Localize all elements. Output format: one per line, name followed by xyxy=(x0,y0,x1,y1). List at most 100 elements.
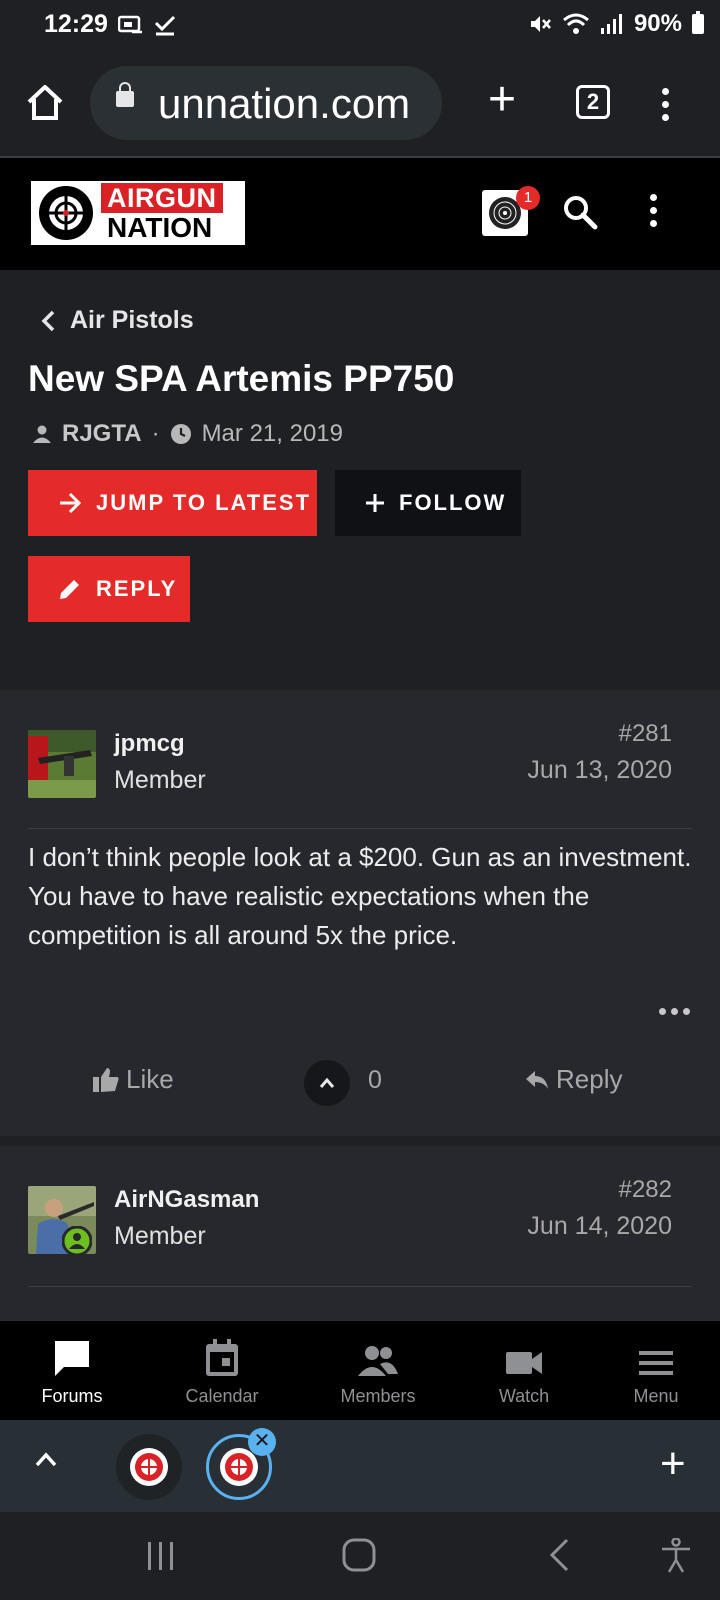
nav-members-label: Members xyxy=(340,1386,416,1406)
follow-button[interactable]: FOLLOW xyxy=(335,470,521,536)
wifi-icon xyxy=(562,13,589,34)
online-status-icon xyxy=(62,1226,92,1256)
avatar[interactable] xyxy=(28,730,96,798)
bottom-navigation: Forums Calendar Members Watch Menu xyxy=(0,1320,720,1420)
nav-members[interactable]: Members xyxy=(318,1321,438,1421)
tab-switcher-button[interactable]: 2 xyxy=(576,85,610,119)
thread-date[interactable]: Mar 21, 2019 xyxy=(202,420,343,448)
site-menu-icon[interactable] xyxy=(650,194,657,227)
post-username[interactable]: jpmcg xyxy=(114,730,185,758)
status-bar: 12:29 90% xyxy=(0,0,720,50)
browser-toolbar: unnation.com + 2 xyxy=(0,50,720,158)
mute-icon xyxy=(530,16,551,32)
browser-tab-strip: ✕ + xyxy=(0,1420,720,1512)
breadcrumb[interactable]: Air Pistols xyxy=(40,306,194,335)
logo-text-nation: NATION xyxy=(101,213,223,243)
reply-label: REPLY xyxy=(96,576,178,601)
status-notification-icons xyxy=(118,14,176,36)
plus-icon xyxy=(366,494,384,512)
screen-share-icon xyxy=(118,15,142,34)
breadcrumb-label[interactable]: Air Pistols xyxy=(70,306,194,335)
nav-menu-label: Menu xyxy=(633,1386,679,1406)
jump-to-latest-button[interactable]: JUMP TO LATEST xyxy=(28,470,317,536)
like-label: Like xyxy=(126,1064,174,1094)
chevron-left-icon xyxy=(41,310,55,331)
upvote-button[interactable] xyxy=(304,1060,350,1106)
post-user-role: Member xyxy=(114,766,206,794)
reply-button[interactable]: REPLY xyxy=(28,556,190,622)
reply-arrow-icon xyxy=(526,1070,548,1089)
home-icon[interactable] xyxy=(24,82,66,124)
status-time: 12:29 xyxy=(44,10,108,38)
post-reply-label: Reply xyxy=(556,1064,623,1094)
post-username[interactable]: AirNGasman xyxy=(114,1186,259,1214)
battery-percent: 90% xyxy=(633,10,682,37)
thumbs-up-icon xyxy=(93,1067,119,1092)
chevron-up-icon xyxy=(319,1077,335,1088)
user-icon xyxy=(33,425,51,443)
browser-menu-icon[interactable] xyxy=(662,88,669,121)
new-tab-button[interactable]: + xyxy=(478,76,526,126)
follow-label: FOLLOW xyxy=(399,490,507,515)
nav-menu[interactable]: Menu xyxy=(596,1321,716,1421)
jump-to-latest-label: JUMP TO LATEST xyxy=(96,490,312,515)
crosshair-icon xyxy=(31,181,101,245)
post: AirNGasman Member #282 Jun 14, 2020 xyxy=(0,1146,720,1320)
nav-watch[interactable]: Watch xyxy=(464,1321,584,1421)
site-favicon-icon xyxy=(130,1448,168,1486)
nav-watch-label: Watch xyxy=(498,1386,550,1406)
accessibility-icon[interactable] xyxy=(660,1538,692,1574)
chevron-up-icon[interactable] xyxy=(34,1450,58,1468)
post-reply-button[interactable]: Reply xyxy=(524,1064,622,1095)
post-user-role: Member xyxy=(114,1222,206,1250)
clock-icon xyxy=(170,424,191,444)
post: jpmcg Member #281 Jun 13, 2020 I don’t t… xyxy=(0,690,720,1136)
meta-separator: · xyxy=(151,420,160,447)
more-options-icon[interactable] xyxy=(659,1008,690,1015)
hamburger-menu-icon xyxy=(639,1351,673,1375)
signal-icon xyxy=(600,14,622,34)
close-tab-icon[interactable]: ✕ xyxy=(248,1428,276,1456)
address-bar[interactable]: unnation.com xyxy=(90,66,442,140)
post-actions: Like 0 Reply xyxy=(0,1060,720,1110)
video-camera-icon xyxy=(506,1352,542,1374)
arrow-right-icon xyxy=(60,492,82,514)
vote-count: 0 xyxy=(368,1066,382,1094)
add-tab-button[interactable]: + xyxy=(660,1442,686,1486)
site-header: AIRGUN NATION 1 xyxy=(0,158,720,270)
chat-bubble-icon xyxy=(55,1341,89,1376)
thread-author[interactable]: RJGTA xyxy=(62,420,142,448)
home-nav-icon[interactable] xyxy=(342,1538,376,1572)
logo-text-airgun: AIRGUN xyxy=(101,183,223,213)
nav-forums-label: Forums xyxy=(41,1386,103,1406)
post-date[interactable]: Jun 14, 2020 xyxy=(527,1212,672,1241)
lock-icon xyxy=(116,82,134,107)
system-navigation-bar xyxy=(0,1512,720,1600)
post-divider xyxy=(28,1286,692,1287)
page-title: New SPA Artemis PP750 xyxy=(28,358,455,399)
notification-badge: 1 xyxy=(516,186,540,210)
members-icon xyxy=(358,1346,398,1376)
like-button[interactable]: Like xyxy=(92,1064,174,1095)
url-text[interactable]: unnation.com xyxy=(158,80,410,128)
nav-calendar[interactable]: Calendar xyxy=(162,1321,282,1421)
post-number[interactable]: #281 xyxy=(619,720,672,748)
post-body: I don’t think people look at a $200. Gun… xyxy=(28,842,692,950)
search-icon[interactable] xyxy=(562,194,598,230)
calendar-icon xyxy=(206,1339,238,1376)
site-logo[interactable]: AIRGUN NATION xyxy=(28,178,248,248)
nav-forums[interactable]: Forums xyxy=(12,1321,132,1421)
thread-header: Air Pistols New SPA Artemis PP750 RJGTA … xyxy=(0,270,720,690)
post-number[interactable]: #282 xyxy=(619,1176,672,1204)
thread-meta: RJGTA · Mar 21, 2019 xyxy=(32,420,343,448)
back-nav-icon[interactable] xyxy=(548,1538,570,1572)
status-system-icons: 90% xyxy=(528,10,704,38)
tab-thumbnail[interactable] xyxy=(116,1434,182,1500)
battery-icon xyxy=(692,11,704,34)
post-divider xyxy=(28,828,692,829)
recent-apps-icon[interactable] xyxy=(146,1540,176,1572)
pencil-icon xyxy=(60,580,79,599)
checkmark-icon xyxy=(154,15,176,36)
nav-calendar-label: Calendar xyxy=(185,1386,259,1406)
post-date[interactable]: Jun 13, 2020 xyxy=(527,756,672,785)
